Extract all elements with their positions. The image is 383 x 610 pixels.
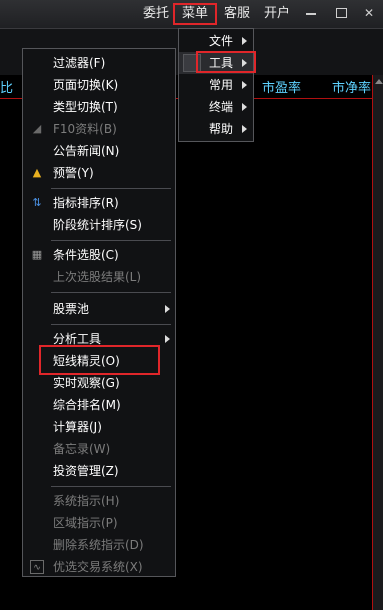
menu-item-label: 条件选股(C) <box>53 248 119 262</box>
submenu-item-label: 文件 <box>209 34 234 48</box>
menu-item-calculator[interactable]: 计算器(J) <box>23 417 175 437</box>
menu-item-label: 过滤器(F) <box>53 56 106 70</box>
menu-item-label: 区域指示(P) <box>53 516 118 530</box>
menu-item-label: 预警(Y) <box>53 166 94 180</box>
column-bi[interactable]: 比 <box>0 80 13 98</box>
menu-separator <box>51 240 171 241</box>
tools-dropdown-menu: 过滤器(F) 页面切换(K) 类型切换(T) ◢ F10资料(B) 公告新闻(N… <box>22 48 176 577</box>
bell-icon: ▲ <box>32 166 42 179</box>
menu-item-indicator-sort[interactable]: ⇅ 指标排序(R) <box>23 193 175 213</box>
menu-separator <box>51 486 171 487</box>
menu-item-label: 实时观察(G) <box>53 376 120 390</box>
waveform-icon: ∿ <box>30 560 44 574</box>
submenu-item-help[interactable]: 帮助 <box>179 118 253 140</box>
weituo-menu[interactable]: 委托 <box>143 4 169 24</box>
menu-item-investment-mgmt[interactable]: 投资管理(Z) <box>23 461 175 481</box>
submenu-arrow-icon <box>242 103 247 111</box>
menu-separator <box>51 324 171 325</box>
kefu-menu[interactable]: 客服 <box>224 4 250 24</box>
submenu-item-file[interactable]: 文件 <box>179 30 253 52</box>
submenu-item-common[interactable]: 常用 <box>179 74 253 96</box>
menu-item-delete-indicator[interactable]: 删除系统指示(D) <box>23 535 175 555</box>
submenu-item-terminal[interactable]: 终端 <box>179 96 253 118</box>
menu-item-system-indicator[interactable]: 系统指示(H) <box>23 491 175 511</box>
menu-item-label: 股票池 <box>53 302 90 316</box>
chart-icon: ◢ <box>32 122 42 135</box>
submenu-item-label: 常用 <box>209 78 234 92</box>
close-icon[interactable]: ✕ <box>357 2 381 24</box>
main-submenu: 文件 工具 常用 终端 帮助 <box>178 28 254 142</box>
menu-item-label: 删除系统指示(D) <box>53 538 144 552</box>
menu-item-memo[interactable]: 备忘录(W) <box>23 439 175 459</box>
submenu-arrow-icon <box>242 37 247 45</box>
minimize-icon[interactable] <box>299 2 323 24</box>
highlight-box-tools <box>196 51 256 73</box>
menu-item-ranking[interactable]: 综合排名(M) <box>23 395 175 415</box>
menu-item-stock-screener[interactable]: ▦ 条件选股(C) <box>23 245 175 265</box>
sort-icon: ⇅ <box>32 196 42 209</box>
menu-item-stock-pool[interactable]: 股票池 <box>23 299 175 319</box>
grid-icon: ▦ <box>31 248 43 261</box>
submenu-arrow-icon <box>242 81 247 89</box>
submenu-arrow-icon <box>165 335 170 343</box>
maximize-icon[interactable] <box>329 2 353 24</box>
caidan-menu[interactable]: 菜单 <box>173 3 217 25</box>
menu-item-label: 综合排名(M) <box>53 398 121 412</box>
menu-item-alert[interactable]: ▲ 预警(Y) <box>23 163 175 183</box>
menu-item-label: 页面切换(K) <box>53 78 119 92</box>
menu-item-stage-sort[interactable]: 阶段统计排序(S) <box>23 215 175 235</box>
menu-item-label: 类型切换(T) <box>53 100 118 114</box>
menu-item-trading-system[interactable]: ∿ 优选交易系统(X) <box>23 557 175 577</box>
submenu-item-label: 帮助 <box>209 122 234 136</box>
menu-item-label: 系统指示(H) <box>53 494 120 508</box>
menu-item-label: 计算器(J) <box>53 420 102 434</box>
scroll-up-icon[interactable] <box>375 79 383 84</box>
kaihu-menu[interactable]: 开户 <box>264 4 290 24</box>
menu-item-news[interactable]: 公告新闻(N) <box>23 141 175 161</box>
menu-item-filter[interactable]: 过滤器(F) <box>23 53 175 73</box>
menu-item-realtime-watch[interactable]: 实时观察(G) <box>23 373 175 393</box>
menu-item-label: 备忘录(W) <box>53 442 111 456</box>
menu-item-label: 指标排序(R) <box>53 196 119 210</box>
menu-item-label: 阶段统计排序(S) <box>53 218 142 232</box>
column-pb[interactable]: 市净率 <box>332 80 371 98</box>
vertical-scrollbar[interactable] <box>372 75 383 610</box>
menu-item-type-switch[interactable]: 类型切换(T) <box>23 97 175 117</box>
menu-item-page-switch[interactable]: 页面切换(K) <box>23 75 175 95</box>
submenu-item-label: 终端 <box>209 100 234 114</box>
menu-item-label: 投资管理(Z) <box>53 464 119 478</box>
top-menu-bar: 委托 菜单 客服 开户 ✕ <box>0 0 383 29</box>
menu-separator <box>51 188 171 189</box>
menu-item-label: 公告新闻(N) <box>53 144 120 158</box>
submenu-arrow-icon <box>242 125 247 133</box>
submenu-arrow-icon <box>165 305 170 313</box>
menu-item-label: F10资料(B) <box>53 122 117 136</box>
column-pe[interactable]: 市盈率 <box>262 80 301 98</box>
menu-item-label: 优选交易系统(X) <box>53 560 143 574</box>
menu-item-label: 上次选股结果(L) <box>53 270 142 284</box>
menu-item-last-result[interactable]: 上次选股结果(L) <box>23 267 175 287</box>
menu-separator <box>51 292 171 293</box>
menu-item-region-indicator[interactable]: 区域指示(P) <box>23 513 175 533</box>
highlight-box-short-line-elf <box>39 345 160 375</box>
menu-item-f10[interactable]: ◢ F10资料(B) <box>23 119 175 139</box>
